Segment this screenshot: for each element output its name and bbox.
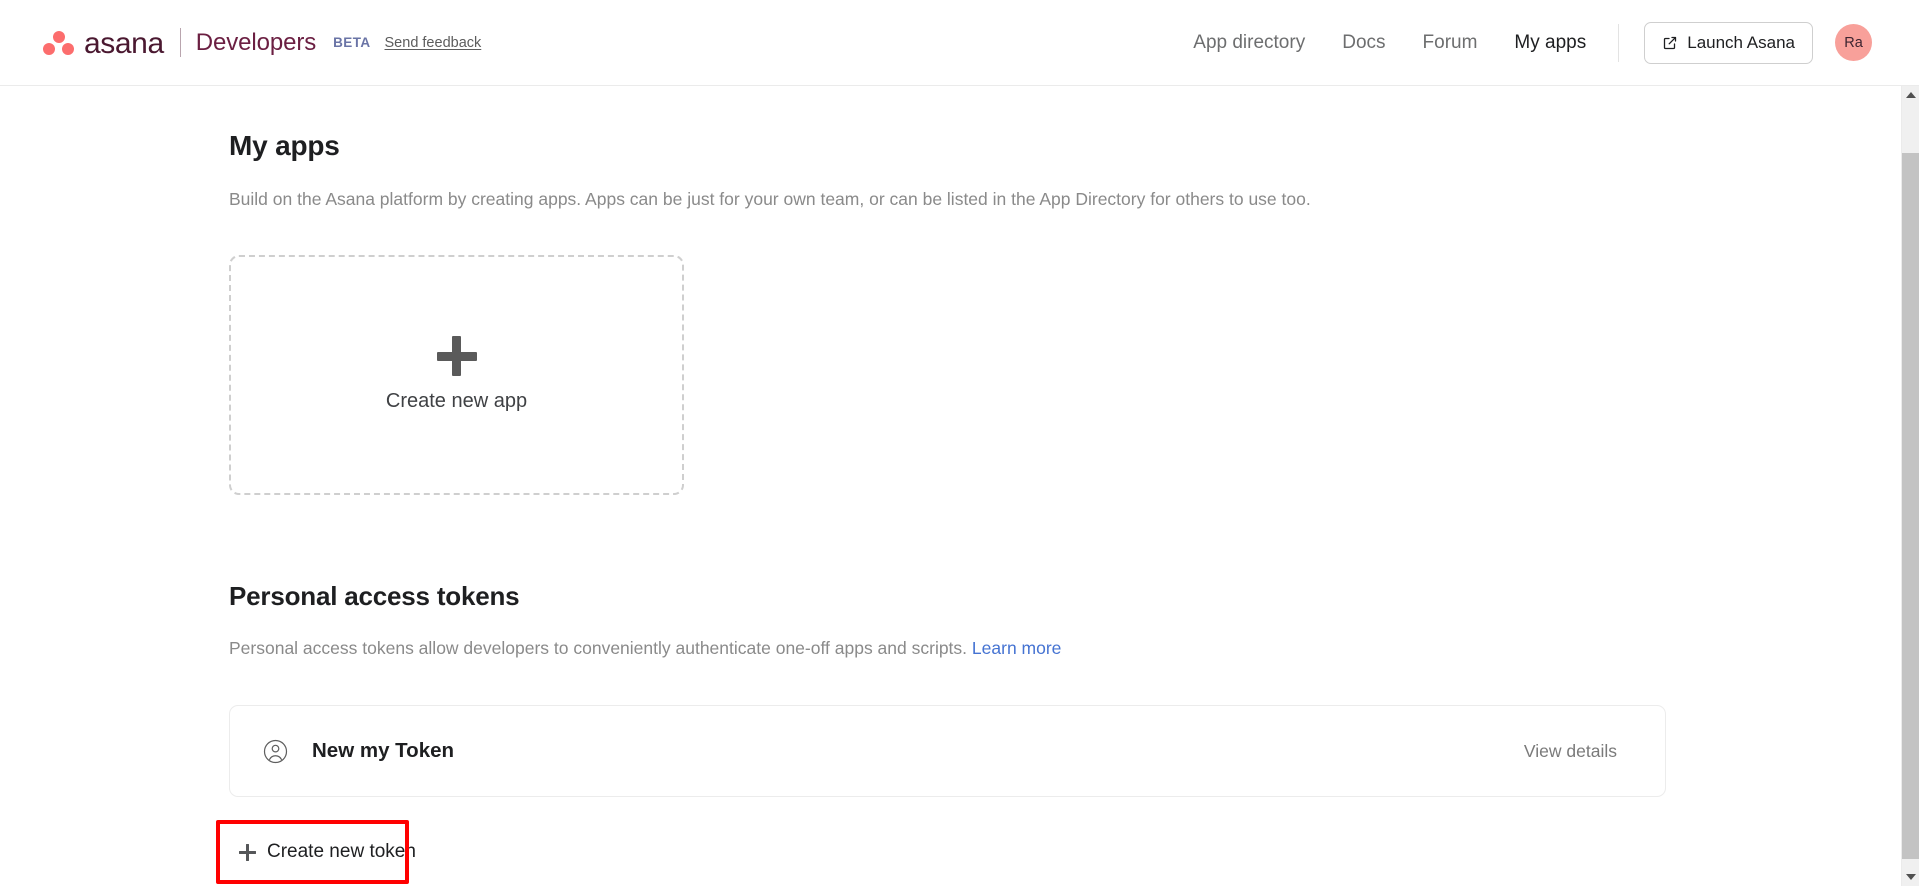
launch-asana-label: Launch Asana — [1687, 32, 1795, 52]
personal-access-tokens-title: Personal access tokens — [229, 580, 520, 611]
create-new-app-label: Create new app — [385, 390, 528, 413]
nav-item-docs[interactable]: Docs — [1342, 32, 1385, 54]
chevron-up-icon — [1906, 92, 1916, 98]
avatar-initials: Ra — [1844, 34, 1863, 51]
create-new-token-label: Create new token — [267, 841, 416, 863]
scrollbar-thumb[interactable] — [1902, 153, 1919, 859]
chevron-down-icon — [1906, 874, 1916, 880]
nav-item-forum[interactable]: Forum — [1423, 32, 1478, 54]
asana-wordmark: asana — [84, 26, 164, 60]
brand-block: asana Developers BETA Send feedback — [42, 0, 481, 86]
create-new-app-card[interactable]: Create new app — [229, 254, 684, 495]
avatar[interactable]: Ra — [1835, 24, 1872, 61]
plus-icon — [239, 843, 256, 861]
create-new-token-container: Create new token — [216, 820, 432, 885]
vertical-scrollbar[interactable] — [1901, 86, 1919, 886]
external-link-icon — [1662, 35, 1678, 51]
nav-item-app-directory[interactable]: App directory — [1193, 32, 1305, 54]
table-row[interactable]: New my Token View details — [229, 705, 1666, 798]
tokens-description-text: Personal access tokens allow developers … — [229, 637, 968, 658]
header-nav: App directory Docs Forum My apps Launch … — [1193, 0, 1919, 86]
token-name: New my Token — [312, 739, 455, 763]
personal-access-tokens-description: Personal access tokens allow developers … — [229, 637, 1901, 661]
learn-more-link[interactable]: Learn more — [972, 638, 1062, 658]
asana-three-dots-icon — [42, 30, 75, 56]
asana-logo-link[interactable]: asana — [42, 28, 164, 58]
plus-icon — [436, 336, 477, 377]
my-apps-description: Build on the Asana platform by creating … — [229, 189, 1311, 209]
view-details-link[interactable]: View details — [1524, 741, 1617, 762]
header-divider — [1618, 23, 1620, 62]
app-root: asana Developers BETA Send feedback App … — [0, 0, 1919, 886]
beta-badge: BETA — [333, 35, 371, 50]
site-header: asana Developers BETA Send feedback App … — [0, 0, 1919, 86]
page-title: My apps — [229, 130, 340, 161]
person-circle-icon — [263, 739, 288, 764]
product-name: Developers — [195, 28, 317, 56]
scroll-up-button[interactable] — [1902, 86, 1919, 104]
brand-divider — [179, 28, 181, 57]
launch-asana-button[interactable]: Launch Asana — [1644, 21, 1813, 64]
create-new-token-button[interactable]: Create new token — [229, 830, 432, 875]
token-list: New my Token View details — [229, 705, 1666, 798]
scroll-down-button[interactable] — [1902, 868, 1919, 886]
send-feedback-link[interactable]: Send feedback — [385, 35, 482, 51]
main-content: My apps Build on the Asana platform by c… — [0, 86, 1901, 886]
nav-item-my-apps[interactable]: My apps — [1514, 32, 1586, 54]
